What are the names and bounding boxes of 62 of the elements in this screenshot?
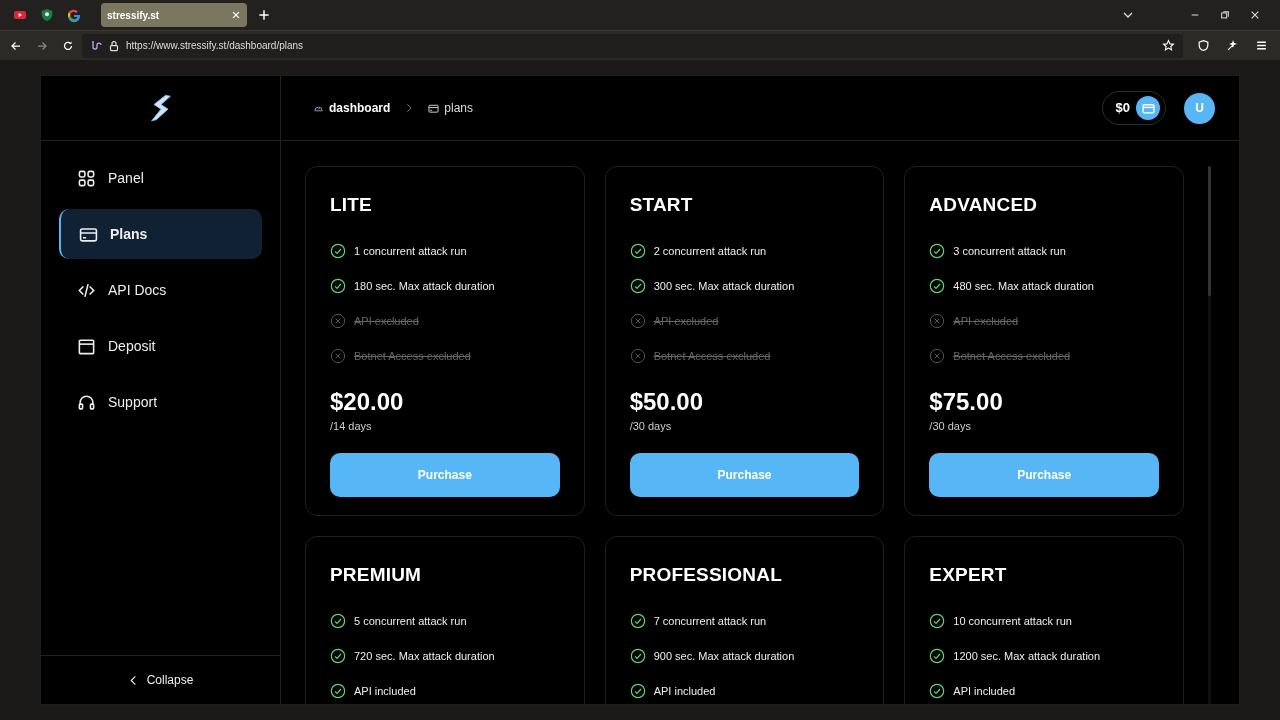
- feature-text: 180 sec. Max attack duration: [354, 278, 495, 294]
- reload-icon[interactable]: [62, 39, 74, 52]
- collapse-button[interactable]: Collapse: [121, 670, 200, 690]
- card-icon: [428, 102, 440, 114]
- period-text: /14 days: [330, 419, 373, 435]
- google-icon[interactable]: [65, 7, 82, 23]
- new-tab-icon[interactable]: [257, 8, 271, 22]
- sidebar-item[interactable]: API Docs: [59, 265, 262, 315]
- plan-title: PROFESSIONAL: [629, 563, 783, 587]
- feature-text: Botnet Access excluded: [653, 348, 771, 364]
- plan-title: START: [629, 193, 694, 217]
- plan-title: LITE: [330, 193, 373, 217]
- feature-text: 900 sec. Max attack duration: [653, 648, 795, 664]
- feature-text: 1 concurrent attack run: [354, 243, 467, 259]
- feature-text: Botnet Access excluded: [953, 348, 1071, 364]
- feature-text: 5 concurrent attack run: [354, 613, 467, 629]
- feature-text: 720 sec. Max attack duration: [354, 648, 495, 664]
- feature-text: 480 sec. Max attack duration: [953, 278, 1094, 294]
- feature-text: 10 concurrent attack run: [953, 613, 1072, 629]
- lock-icon[interactable]: [108, 39, 120, 52]
- period-text: /30 days: [629, 419, 673, 435]
- plan-title: ADVANCED: [929, 193, 1039, 217]
- feature-text: API included: [354, 683, 416, 699]
- feature-text: API excluded: [653, 313, 719, 329]
- chevron-right-icon: [404, 103, 415, 113]
- window-icon: [77, 336, 96, 356]
- plan-title: PREMIUM: [330, 563, 423, 587]
- breadcrumb-link[interactable]: plans: [428, 99, 474, 117]
- headset-icon: [77, 392, 96, 412]
- price-text: $50.00: [629, 387, 705, 417]
- star-icon[interactable]: [1162, 39, 1175, 52]
- sidebar-item[interactable]: Support: [59, 377, 262, 427]
- feature-text: 3 concurrent attack run: [953, 243, 1066, 259]
- plan-title: EXPERT: [929, 563, 1008, 587]
- feature-text: 7 concurrent attack run: [653, 613, 767, 629]
- feature-text: API included: [953, 683, 1016, 699]
- feature-text: API excluded: [354, 313, 419, 329]
- feature-text: API excluded: [953, 313, 1019, 329]
- feature-text: API included: [653, 683, 716, 699]
- wand-icon[interactable]: [1226, 39, 1239, 52]
- browser-tab[interactable]: stressify.st: [101, 3, 247, 27]
- card-icon: [1141, 101, 1155, 115]
- sidebar-item[interactable]: Panel: [59, 153, 262, 203]
- price-text: $75.00: [929, 387, 1004, 417]
- feature-text: 300 sec. Max attack duration: [653, 278, 795, 294]
- url-text[interactable]: https://www.stressify.st/dashboard/plans: [126, 38, 304, 53]
- sidebar-item[interactable]: Plans: [59, 209, 262, 259]
- period-text: /30 days: [929, 419, 972, 435]
- menu-icon[interactable]: [1255, 39, 1268, 52]
- restore-icon[interactable]: [1220, 10, 1230, 20]
- shield-icon[interactable]: [1197, 39, 1210, 52]
- route-icon[interactable]: [90, 39, 102, 52]
- grid-icon: [77, 168, 96, 188]
- close-icon[interactable]: [1250, 10, 1260, 20]
- breadcrumb-link[interactable]: dashboard: [313, 99, 391, 117]
- feature-text: 2 concurrent attack run: [653, 243, 767, 259]
- sidebar-item[interactable]: Deposit: [59, 321, 262, 371]
- forward-icon[interactable]: [36, 39, 48, 52]
- feature-text: Botnet Access excluded: [354, 348, 471, 364]
- back-icon[interactable]: [10, 39, 22, 52]
- feature-text: 1200 sec. Max attack duration: [953, 648, 1101, 664]
- price-text: $20.00: [330, 387, 405, 417]
